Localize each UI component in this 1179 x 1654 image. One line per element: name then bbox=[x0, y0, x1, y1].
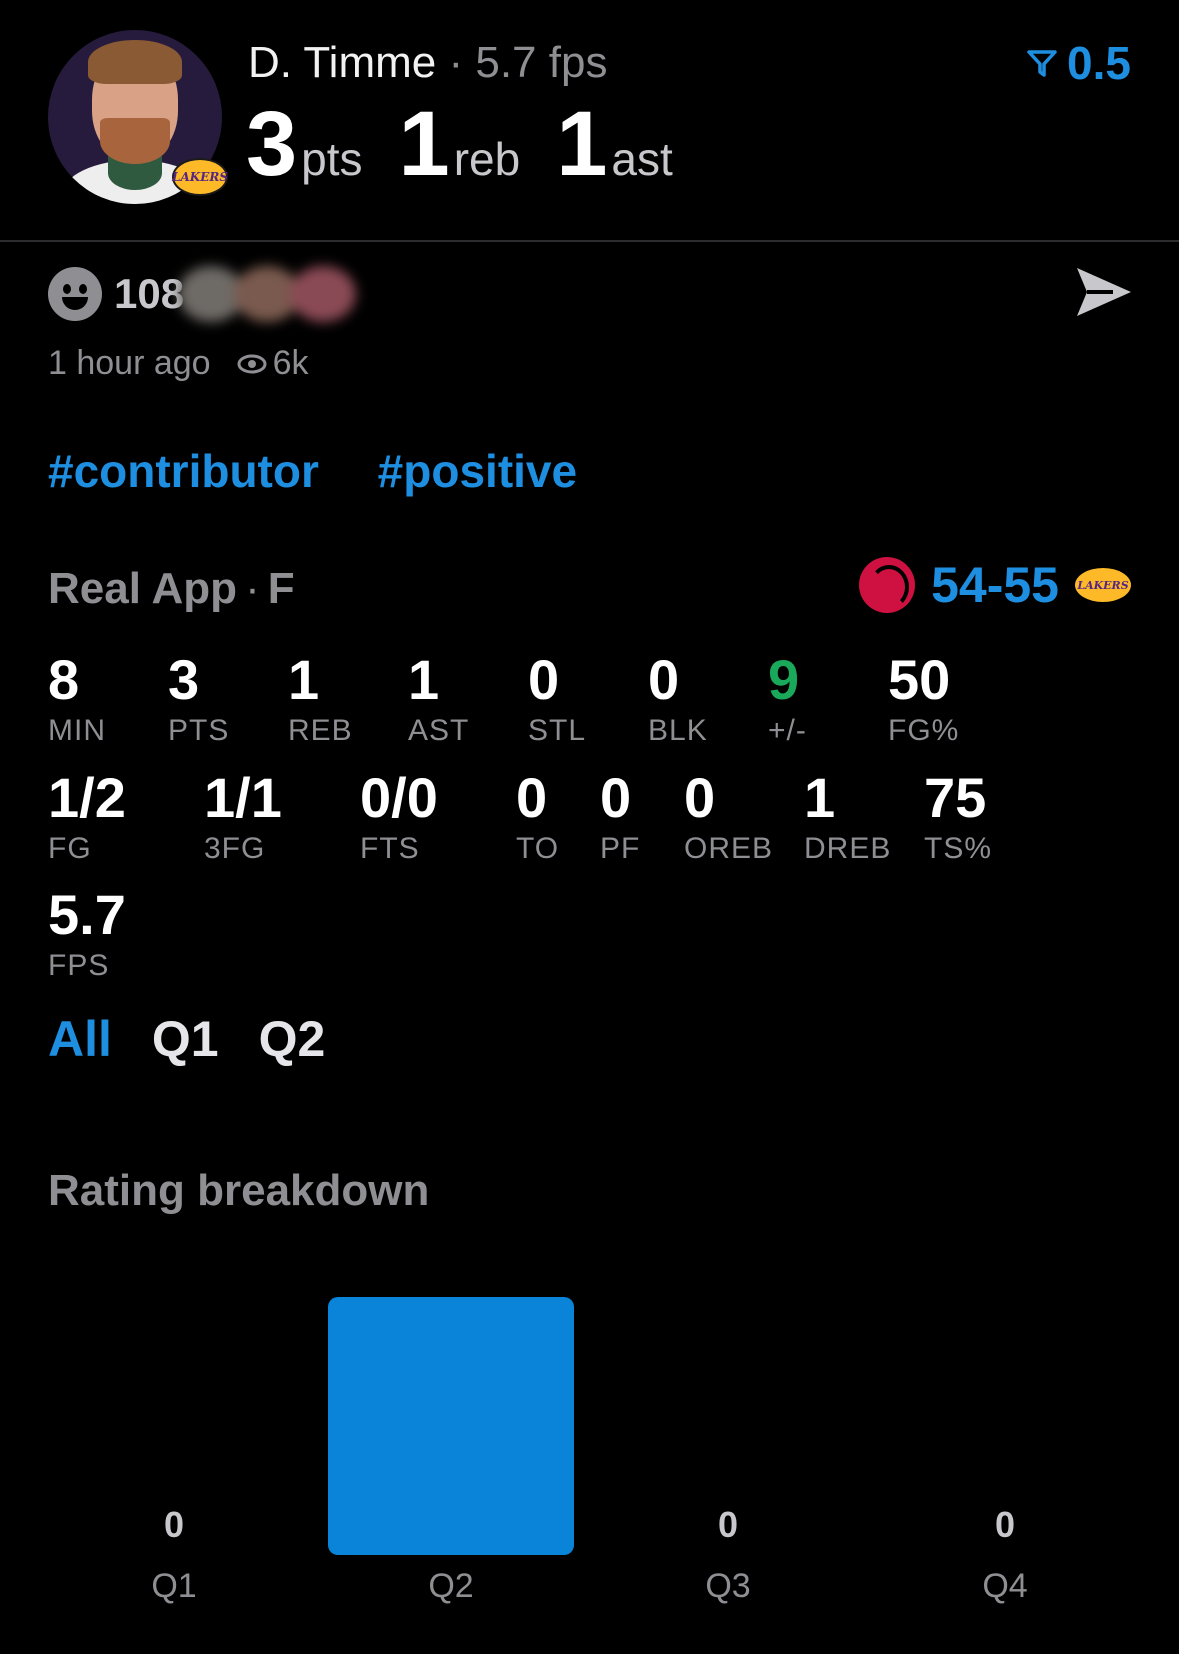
game-score[interactable]: 54-55 LAKERS bbox=[859, 556, 1131, 614]
view-count: 6k bbox=[272, 344, 309, 382]
player-title-line: D. Timme · 5.7 fps bbox=[248, 38, 607, 88]
value-label-q1: 0 bbox=[164, 1504, 184, 1545]
filter-value: 0.5 bbox=[1067, 37, 1131, 89]
category-label-q3: Q3 bbox=[705, 1567, 750, 1605]
lakers-logo-icon: LAKERS bbox=[1075, 568, 1131, 602]
tab-all[interactable]: All bbox=[48, 1010, 112, 1068]
score-text: 54-55 bbox=[931, 557, 1059, 613]
lakers-logo-icon: LAKERS bbox=[172, 158, 228, 196]
player-position: F bbox=[267, 564, 295, 613]
game-title: Real App · F bbox=[48, 564, 295, 614]
pts-unit: pts bbox=[301, 133, 363, 185]
stat-to: 0 TO bbox=[516, 766, 560, 866]
pts-value: 3 bbox=[246, 93, 298, 195]
views-eye-icon bbox=[237, 354, 267, 373]
game-row[interactable]: Real App · F 54-55 LAKERS bbox=[48, 557, 1131, 624]
reb-unit: reb bbox=[453, 133, 521, 185]
timestamp: 1 hour ago bbox=[48, 344, 211, 382]
stat-oreb: 0 OREB bbox=[684, 766, 774, 866]
ast-value: 1 bbox=[556, 93, 608, 195]
stat-ast: 1 AST bbox=[408, 648, 470, 748]
stat-fts: 0/0 FTS bbox=[360, 766, 438, 866]
reactions-row[interactable]: 108 bbox=[48, 266, 357, 322]
player-header[interactable]: LAKERS D. Timme · 5.7 fps 3pts 1reb 1ast 0… bbox=[0, 0, 1179, 242]
player-statline: 3pts 1reb 1ast bbox=[246, 92, 709, 197]
stat-stl: 0 STL bbox=[528, 648, 587, 748]
hashtag-contributor[interactable]: #contributor bbox=[48, 445, 319, 497]
stat-fg-pct: 50 FG% bbox=[888, 648, 960, 748]
player-rating-screen: LAKERS D. Timme · 5.7 fps 3pts 1reb 1ast 0… bbox=[0, 0, 1179, 1654]
smiley-icon[interactable] bbox=[48, 267, 102, 321]
stat-3fg: 1/1 3FG bbox=[204, 766, 282, 866]
rating-breakdown-chart: 0 Q1 Q2 0 Q3 0 Q4 bbox=[151, 1297, 1028, 1605]
tab-q2[interactable]: Q2 bbox=[259, 1010, 326, 1068]
ast-unit: ast bbox=[611, 133, 673, 185]
stat-dreb: 1 DREB bbox=[804, 766, 892, 866]
app-name: Real App bbox=[48, 564, 238, 613]
category-label-q1: Q1 bbox=[151, 1567, 196, 1605]
stat-fps: 5.7 FPS bbox=[48, 883, 126, 983]
raptors-logo-icon bbox=[859, 557, 916, 613]
hashtag-list: #contributor #positive bbox=[48, 444, 623, 498]
separator-dot: · bbox=[245, 564, 260, 613]
stat-pts: 3 PTS bbox=[168, 648, 230, 748]
header-divider bbox=[0, 240, 1179, 242]
reactor-avatars[interactable] bbox=[178, 266, 357, 322]
reb-value: 1 bbox=[398, 93, 450, 195]
hashtag-positive[interactable]: #positive bbox=[378, 445, 577, 497]
category-label-q4: Q4 bbox=[982, 1567, 1027, 1605]
stat-plus-minus: 9 +/- bbox=[768, 648, 807, 748]
value-label-q3: 0 bbox=[718, 1504, 738, 1545]
stat-ts-pct: 75 TS% bbox=[924, 766, 993, 866]
stat-fg: 1/2 FG bbox=[48, 766, 126, 866]
value-label-q4: 0 bbox=[995, 1504, 1015, 1545]
chart-title: Rating breakdown bbox=[48, 1166, 430, 1215]
period-tabs: All Q1 Q2 bbox=[48, 1010, 325, 1068]
stat-reb: 1 REB bbox=[288, 648, 353, 748]
stat-min: 8 MIN bbox=[48, 648, 106, 748]
share-send-icon[interactable] bbox=[1073, 262, 1135, 322]
player-fps: 5.7 fps bbox=[475, 38, 608, 87]
filter-icon bbox=[1027, 50, 1057, 77]
stat-blk: 0 BLK bbox=[648, 648, 708, 748]
reaction-count: 108 bbox=[114, 270, 185, 317]
filter-value-button[interactable]: 0.5 bbox=[1027, 36, 1131, 90]
separator-dot: · bbox=[448, 38, 464, 87]
category-label-q2: Q2 bbox=[428, 1567, 473, 1605]
player-name: D. Timme bbox=[248, 38, 437, 87]
stat-pf: 0 PF bbox=[600, 766, 641, 866]
tab-q1[interactable]: Q1 bbox=[152, 1010, 219, 1068]
avatar-hair bbox=[88, 40, 182, 84]
post-meta: 1 hour ago 6k bbox=[48, 344, 309, 383]
avatar-beard bbox=[100, 118, 170, 164]
bar-q2[interactable] bbox=[328, 1297, 574, 1555]
